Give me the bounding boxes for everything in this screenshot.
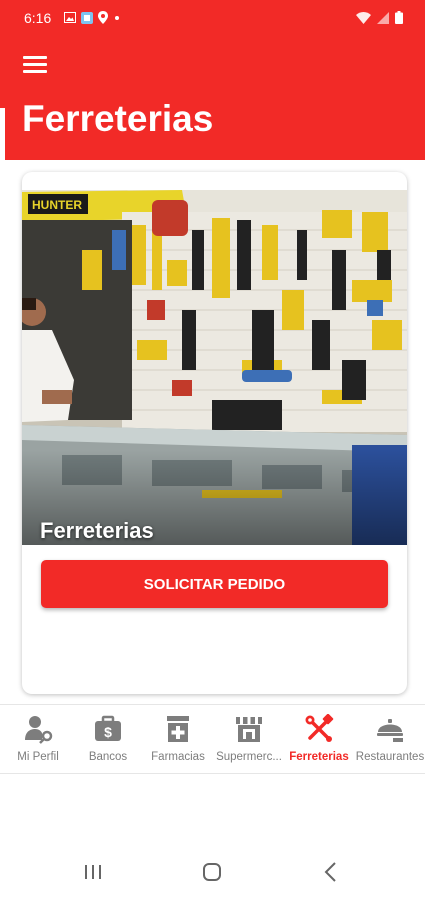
nav-item-farmacias[interactable]: Farmacias (142, 705, 214, 773)
status-notifications (64, 11, 121, 24)
back-icon[interactable] (311, 856, 351, 888)
status-bar: 6:16 (0, 0, 425, 36)
menu-icon[interactable] (20, 52, 50, 76)
restaurant-icon (377, 719, 403, 742)
nav-item-ferreterias[interactable]: Ferreterias (283, 705, 355, 773)
page-title: Ferreterias (22, 98, 214, 139)
svg-text:$: $ (104, 724, 112, 740)
supermarket-icon (236, 717, 262, 742)
hardware-store-image[interactable]: HUNTER Ferreterias (22, 190, 407, 545)
hardware-store-photo: HUNTER (22, 190, 407, 545)
system-nav-bar (0, 846, 425, 900)
nav-item-supermercados[interactable]: Supermerc... (213, 705, 285, 773)
location-icon (98, 11, 108, 24)
store-sign-text: HUNTER (32, 198, 82, 212)
category-card: HUNTER Ferreterias SOLICITAR PEDIDO (22, 172, 407, 694)
pharmacy-icon (167, 716, 189, 742)
solicitar-pedido-button[interactable]: SOLICITAR PEDIDO (41, 560, 388, 608)
bottom-nav: Mi Perfil $ Bancos Farmacias Supermerc..… (0, 704, 425, 774)
left-edge (0, 108, 5, 160)
nav-item-bancos[interactable]: $ Bancos (72, 705, 144, 773)
app-notification-icon (81, 11, 93, 24)
recent-apps-icon[interactable] (73, 856, 113, 888)
nav-item-restaurantes[interactable]: Restaurantes (354, 705, 425, 773)
status-system (356, 11, 403, 24)
wifi-icon (356, 11, 371, 24)
home-icon[interactable] (192, 856, 232, 888)
app-bar: Ferreterias (0, 36, 425, 160)
bank-icon: $ (95, 715, 121, 741)
battery-icon (395, 11, 403, 24)
status-time: 6:16 (24, 10, 52, 26)
image-notification-icon (64, 12, 76, 23)
image-caption: Ferreterias (40, 518, 154, 543)
nav-label-restaurantes: Restaurantes (355, 751, 425, 763)
nav-item-mi-perfil[interactable]: Mi Perfil (2, 705, 74, 773)
user-profile-icon (25, 716, 53, 744)
signal-icon (377, 11, 389, 24)
dot-icon (115, 15, 119, 20)
tools-icon (305, 714, 334, 742)
